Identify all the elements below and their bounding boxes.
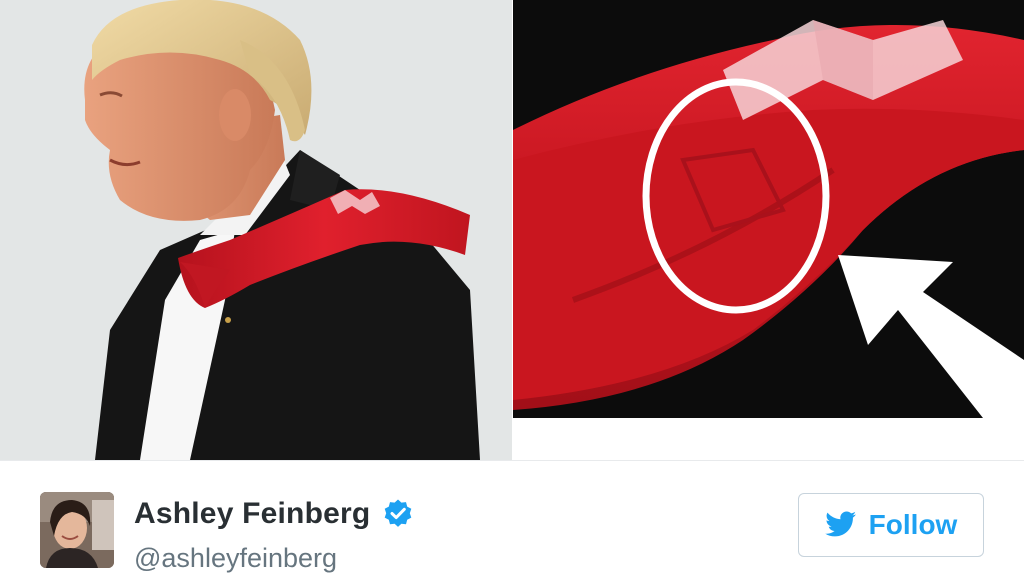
embedded-tweet: Ashley Feinberg @ashleyfeinberg Follow [0, 0, 1024, 576]
author-name-row: Ashley Feinberg [134, 497, 414, 531]
verified-badge-icon [382, 498, 414, 530]
media-photo-right-border [513, 418, 1024, 460]
tweet-author-header: Ashley Feinberg @ashleyfeinberg Follow [0, 460, 1024, 576]
tweet-media [0, 0, 1024, 460]
media-photo-right-zoom[interactable] [513, 0, 1024, 418]
author-handle[interactable]: @ashleyfeinberg [134, 543, 337, 574]
avatar[interactable] [40, 492, 114, 568]
photo-tie-closeup [513, 0, 1024, 418]
author-display-name[interactable]: Ashley Feinberg [134, 497, 370, 531]
media-photo-left[interactable] [0, 0, 512, 460]
twitter-bird-icon [824, 511, 857, 539]
photo-man-with-red-tie [0, 0, 512, 460]
follow-button-label: Follow [868, 509, 958, 540]
avatar-photo [40, 492, 114, 568]
follow-button[interactable]: Follow [798, 493, 984, 557]
